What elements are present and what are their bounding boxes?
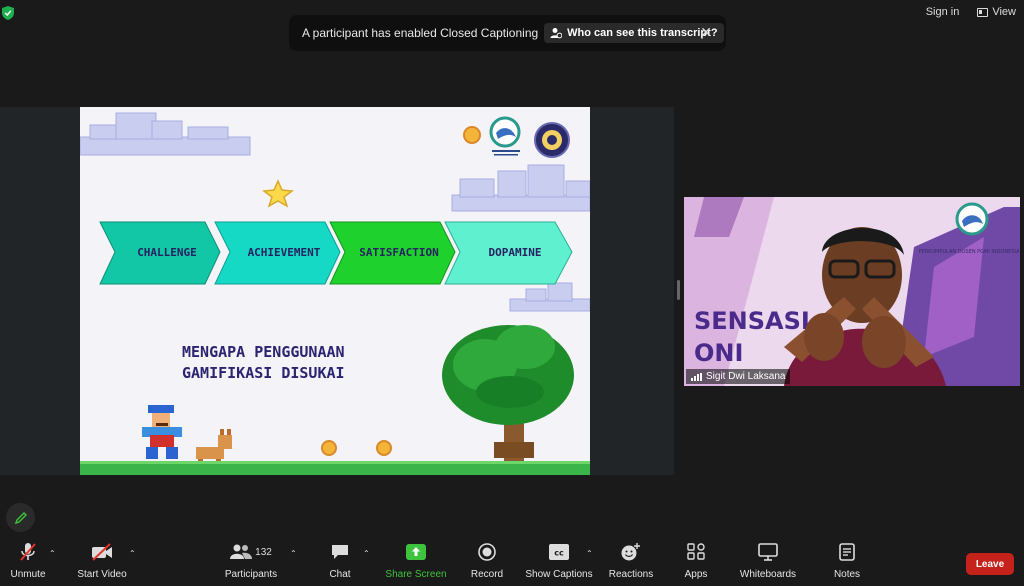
pixel-tree: [442, 325, 574, 461]
video-frame: SENSASI ONI PERKUMPULAN DOSEN PGMI INDON…: [684, 197, 1020, 386]
university-logo: [534, 122, 570, 158]
who-can-see-label: Who can see this transcript?: [567, 27, 718, 39]
participants-button[interactable]: 132 Participants: [216, 540, 286, 580]
top-right-controls: Sign in View: [926, 6, 1016, 18]
reactions-button[interactable]: Reactions: [596, 540, 666, 580]
close-notification-icon[interactable]: ✕: [700, 24, 712, 41]
step-label-satisfaction: SATISFACTION: [359, 246, 438, 259]
show-captions-label: Show Captions: [525, 569, 593, 580]
who-can-see-transcript-button[interactable]: Who can see this transcript?: [544, 23, 724, 43]
participants-icon: [230, 544, 253, 559]
zoom-window: Sign in View A participant has enabled C…: [0, 0, 1024, 586]
shared-slide: CHALLENGE ACHIEVEMENT SATISFACTION DOPAM…: [80, 107, 590, 475]
notes-icon: [839, 543, 855, 561]
step-label-dopamine: DOPAMINE: [489, 246, 542, 259]
chat-icon: [332, 545, 348, 559]
cloud-right: [451, 164, 590, 212]
coin-icon: [376, 440, 392, 456]
record-icon: [478, 543, 496, 561]
pixel-character: [142, 405, 182, 459]
signal-strength-icon: [691, 372, 702, 381]
banner-text-2: ONI: [694, 339, 743, 367]
step-label-challenge: CHALLENGE: [137, 246, 197, 259]
microphone-muted-icon: [20, 543, 36, 561]
cloud-small: [509, 282, 590, 312]
panel-resize-handle[interactable]: [677, 280, 680, 300]
org-text: PERKUMPULAN DOSEN PGMI INDONESIA: [919, 249, 1020, 255]
start-video-label: Start Video: [77, 569, 127, 580]
whiteboards-button[interactable]: Whiteboards: [733, 540, 803, 580]
organization-logo: [489, 116, 521, 156]
notes-label: Notes: [833, 569, 861, 580]
closed-captions-icon: cc: [549, 544, 569, 560]
captions-options-chevron-icon[interactable]: ⌃: [586, 549, 593, 558]
reactions-label: Reactions: [608, 569, 654, 580]
chat-label: Chat: [329, 569, 351, 580]
slide-canvas: CHALLENGE ACHIEVEMENT SATISFACTION DOPAM…: [80, 112, 590, 475]
audio-options-chevron-icon[interactable]: ⌃: [49, 549, 56, 558]
coin-icon: [463, 126, 481, 144]
security-shield-icon[interactable]: [2, 6, 14, 20]
record-label: Record: [470, 569, 504, 580]
reactions-smiley-icon: [621, 543, 640, 561]
unmute-button[interactable]: Unmute: [0, 540, 63, 580]
share-screen-button[interactable]: Share Screen: [381, 540, 451, 580]
camera-off-icon: [92, 543, 112, 561]
slide-title-line1: MENGAPA PENGGUNAAN: [182, 343, 345, 361]
share-screen-icon: [406, 544, 426, 560]
sign-in-link[interactable]: Sign in: [926, 6, 960, 18]
cloud-top-left: [80, 112, 251, 156]
participants-count: 132: [255, 546, 272, 558]
whiteboard-icon: [758, 543, 778, 561]
view-layout-icon: [977, 7, 989, 17]
chat-options-chevron-icon[interactable]: ⌃: [363, 549, 370, 558]
apps-button[interactable]: Apps: [661, 540, 731, 580]
coin-icon: [321, 440, 337, 456]
caption-notification: A participant has enabled Closed Caption…: [289, 15, 726, 51]
notes-button[interactable]: Notes: [812, 540, 882, 580]
meeting-toolbar: Unmute ⌃ Start Video ⌃ 132 Participants …: [0, 540, 1024, 586]
annotate-pen-button[interactable]: [6, 503, 35, 532]
leave-button[interactable]: Leave: [966, 553, 1014, 575]
grass-ground: [80, 463, 590, 475]
slide-title-line2: GAMIFIKASI DISUKAI: [182, 364, 345, 382]
speaker-nametag: Sigit Dwi Laksana: [686, 369, 791, 384]
video-options-chevron-icon[interactable]: ⌃: [129, 549, 136, 558]
record-button[interactable]: Record: [452, 540, 522, 580]
unmute-label: Unmute: [10, 569, 46, 580]
pencil-icon: [14, 511, 27, 524]
whiteboards-label: Whiteboards: [739, 569, 797, 580]
participants-options-chevron-icon[interactable]: ⌃: [290, 549, 297, 558]
apps-icon: [687, 543, 705, 560]
banner-text: SENSASI: [694, 307, 810, 335]
share-screen-label: Share Screen: [385, 569, 447, 580]
chat-button[interactable]: Chat: [305, 540, 375, 580]
speaker-video-tile[interactable]: SENSASI ONI PERKUMPULAN DOSEN PGMI INDON…: [684, 197, 1020, 386]
apps-label: Apps: [684, 569, 708, 580]
start-video-button[interactable]: Start Video: [67, 540, 137, 580]
star-icon: [262, 179, 294, 208]
pixel-dog: [196, 429, 232, 465]
svg-text:cc: cc: [554, 549, 564, 558]
view-label: View: [992, 6, 1016, 18]
show-captions-button[interactable]: cc Show Captions: [524, 540, 594, 580]
notification-message: A participant has enabled Closed Caption…: [302, 26, 539, 40]
step-label-achievement: ACHIEVEMENT: [248, 246, 321, 259]
view-button[interactable]: View: [977, 6, 1016, 18]
speaker-name: Sigit Dwi Laksana: [706, 371, 786, 382]
person-info-icon: [550, 28, 563, 39]
participants-label: Participants: [224, 569, 278, 580]
